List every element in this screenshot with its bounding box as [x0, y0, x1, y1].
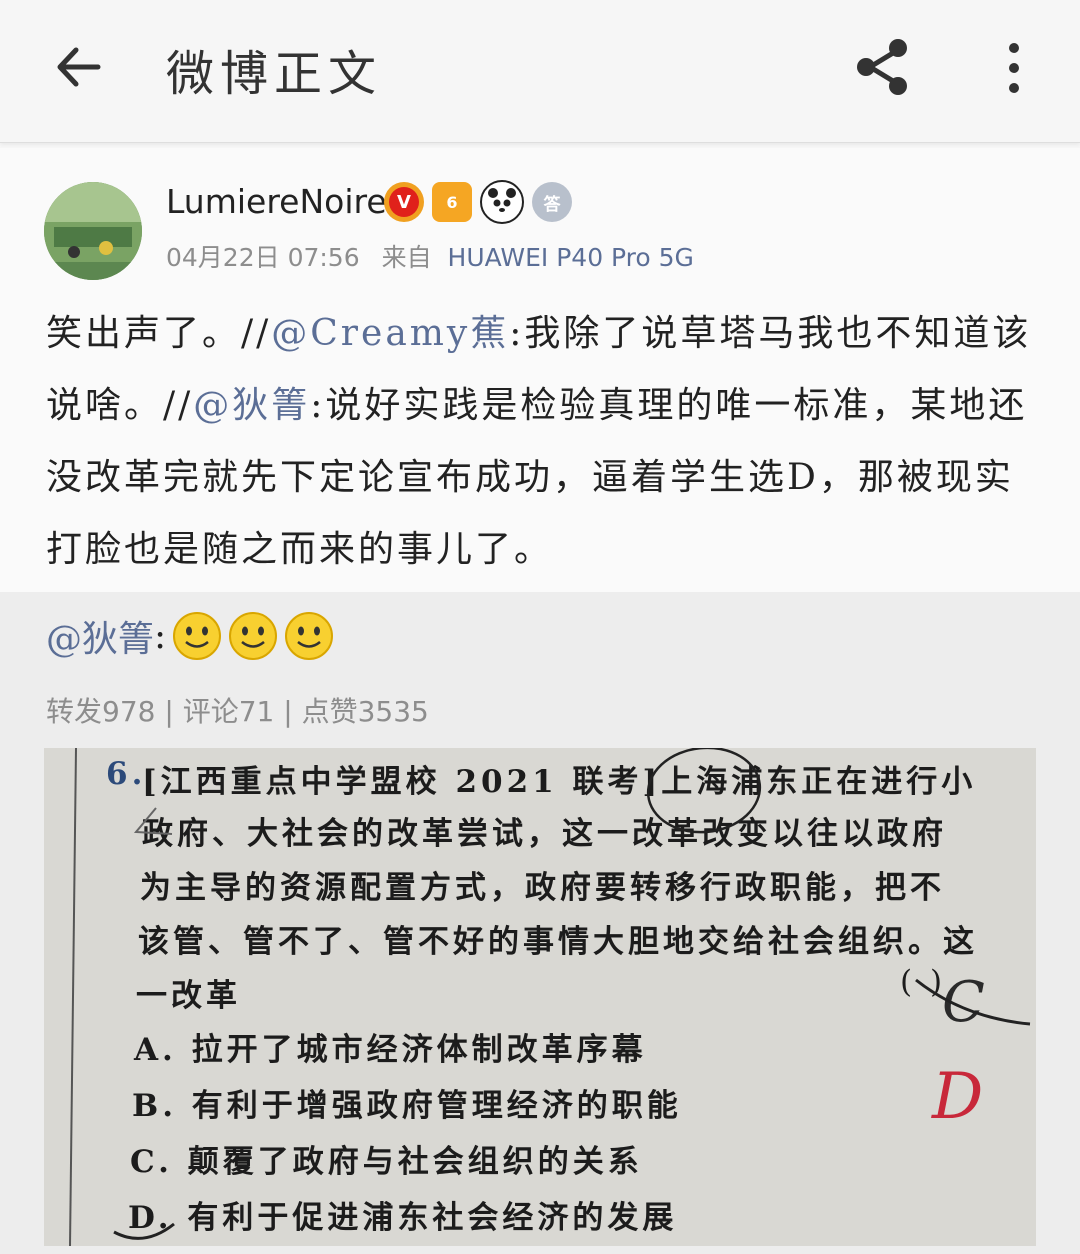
avatar[interactable]: [44, 182, 142, 280]
vip-level: 6: [446, 192, 458, 212]
handwritten-d: D: [932, 1060, 988, 1134]
post-text: 笑出声了。//@Creamy蕉:我除了说草塔马我也不知道该说啥。//@狄箐:说好…: [46, 313, 1032, 570]
post-date: 04月22日 07:56: [166, 243, 360, 272]
cross-out-mark: [915, 978, 1031, 1026]
more-options-icon[interactable]: [998, 40, 1030, 96]
panda-icon: [480, 180, 524, 224]
repost-stats: 转发978 | 评论71 | 点赞3535: [46, 695, 429, 728]
post-meta: 04月22日 07:56 来自 HUAWEI P40 Pro 5G: [166, 238, 694, 274]
answer-medal-icon: 答: [532, 182, 572, 222]
top-bar: 微博正文: [0, 0, 1080, 143]
smile-emoji-icon: [229, 612, 278, 660]
back-arrow-icon[interactable]: [50, 38, 108, 96]
user-badges: V 6 答: [384, 180, 572, 224]
from-label: 来自: [381, 243, 432, 272]
mention-link[interactable]: @狄箐: [193, 385, 310, 426]
verified-v-icon: V: [384, 182, 424, 222]
username[interactable]: LumiereNoire: [166, 182, 387, 221]
comment-count[interactable]: 评论71: [183, 695, 275, 728]
post-image[interactable]: 6. [江西重点中学盟校 2021 联考]上海浦东正在进行小 政府、大社会的改革…: [44, 748, 1036, 1246]
original-author-mention[interactable]: @狄箐: [46, 610, 154, 662]
post-source[interactable]: HUAWEI P40 Pro 5G: [448, 243, 694, 272]
smile-emoji-icon: [173, 612, 222, 660]
vip-crown-icon: 6: [432, 182, 472, 222]
like-count[interactable]: 点赞3535: [302, 695, 429, 728]
post-card: LumiereNoire V 6 答 04月22日 07:56 来自 HUAWE…: [0, 148, 1080, 592]
repost-count[interactable]: 转发978: [46, 695, 155, 728]
repost-card[interactable]: @狄箐: 转发978 | 评论71 | 点赞3535 6. [江西重点中学盟校 …: [0, 592, 1080, 1254]
smile-emoji-icon: [285, 612, 334, 660]
page-title: 微博正文: [166, 46, 383, 102]
original-post-text: @狄箐:: [46, 610, 334, 662]
share-icon[interactable]: [852, 36, 914, 98]
mention-link[interactable]: @Creamy蕉: [271, 313, 509, 354]
